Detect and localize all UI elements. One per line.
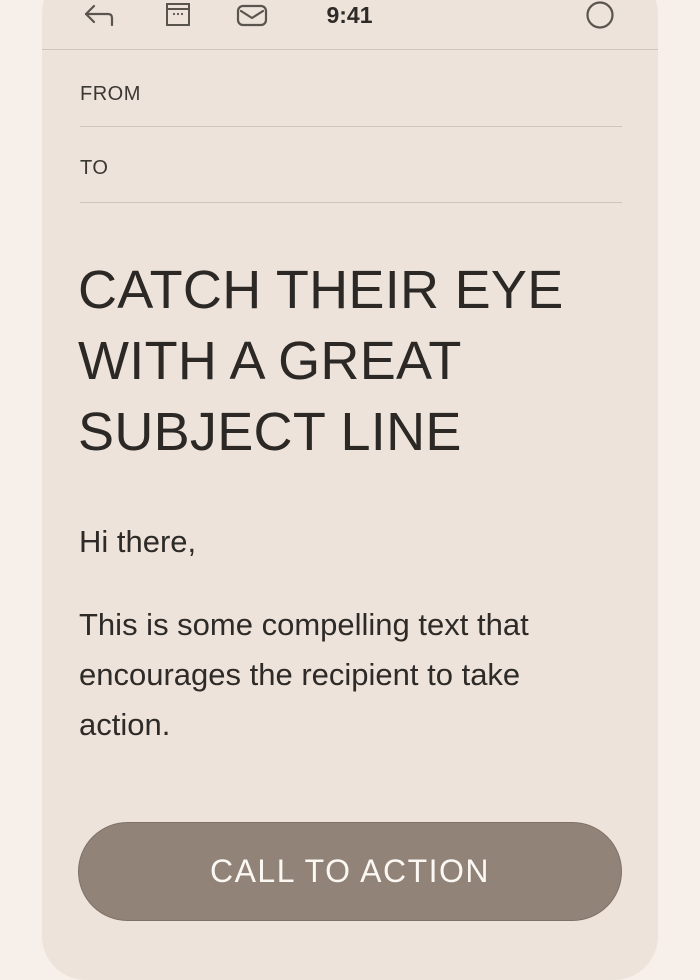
subject-line-3: SUBJECT LINE — [78, 402, 462, 462]
call-to-action-button[interactable]: CALL TO ACTION — [78, 822, 622, 921]
body-line-1: This is some compelling text that — [79, 607, 529, 642]
subject-line: CATCH THEIR EYE WITH A GREAT SUBJECT LIN… — [78, 255, 623, 468]
body-text: This is some compelling text that encour… — [79, 600, 624, 750]
archive-icon[interactable] — [162, 0, 194, 30]
from-label: FROM — [80, 83, 141, 105]
greeting-text: Hi there, — [79, 524, 197, 559]
from-field[interactable]: FROM — [80, 50, 622, 127]
back-arrow-icon[interactable] — [82, 0, 118, 30]
email-card: 9:41 FROM TO CATCH THEIR EYE WITH A GREA… — [42, 0, 658, 980]
body-line-3: action. — [79, 707, 171, 742]
envelope-icon[interactable] — [234, 0, 270, 30]
to-label: TO — [80, 157, 109, 179]
status-time: 9:41 — [326, 2, 373, 28]
email-toolbar: 9:41 — [42, 0, 658, 50]
circle-icon[interactable] — [582, 0, 618, 30]
to-field[interactable]: TO — [80, 127, 622, 203]
subject-line-2: WITH A GREAT — [78, 331, 462, 391]
body-line-2: encourages the recipient to take — [79, 657, 521, 692]
subject-line-1: CATCH THEIR EYE — [78, 260, 564, 320]
